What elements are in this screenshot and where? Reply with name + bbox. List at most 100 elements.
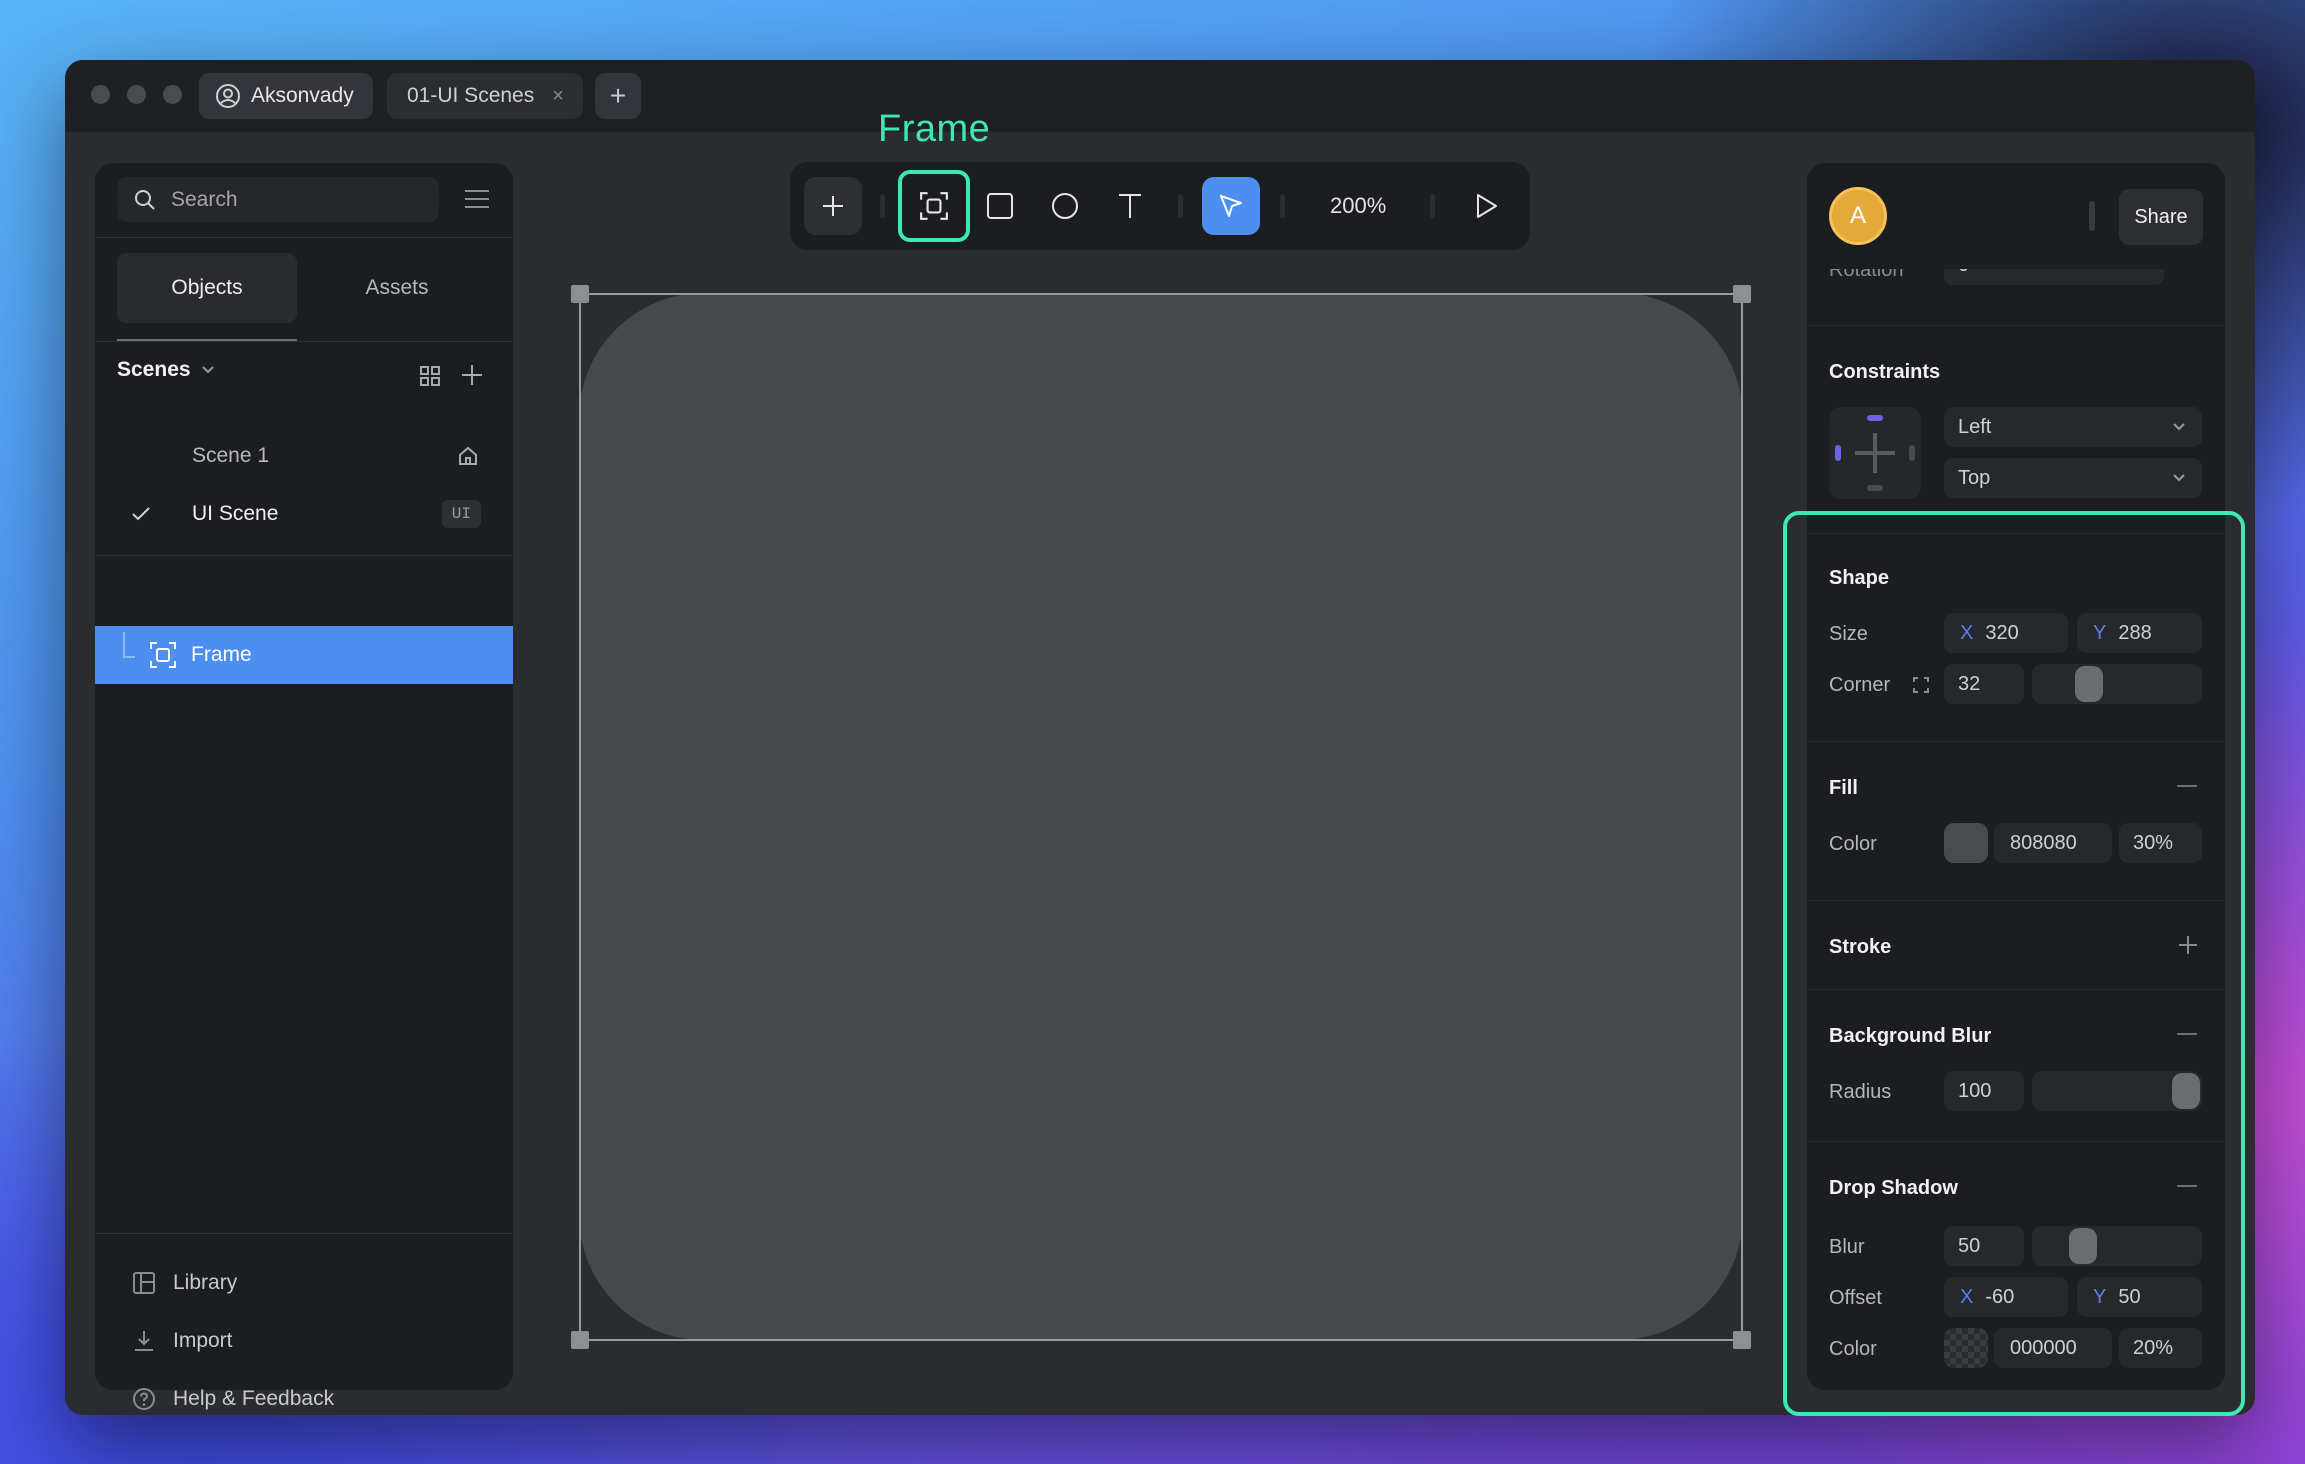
help-feedback-button[interactable]: Help & Feedback	[131, 1387, 334, 1411]
shadow-blur-label: Blur	[1829, 1236, 1865, 1258]
frame-tool-button[interactable]	[898, 170, 970, 242]
add-scene-button[interactable]	[459, 362, 485, 388]
help-feedback-label: Help & Feedback	[173, 1387, 335, 1410]
width-field[interactable]: X 320	[1944, 613, 2068, 653]
grid-view-icon[interactable]	[417, 363, 443, 389]
selection-outline	[1741, 293, 1743, 1340]
resize-handle-top-left[interactable]	[571, 285, 589, 303]
library-button[interactable]: Library	[131, 1271, 237, 1295]
slider-knob[interactable]	[2172, 1073, 2200, 1109]
selection-outline	[579, 293, 581, 1340]
y-prefix: Y	[2093, 1285, 2107, 1308]
scene-item[interactable]: Scene 1	[117, 431, 493, 481]
tab-assets[interactable]: Assets	[307, 253, 487, 323]
new-tab-button[interactable]: +	[595, 73, 641, 119]
background-blur-title: Background Blur	[1829, 1025, 1992, 1047]
corner-radius-icon[interactable]	[1912, 676, 1930, 694]
frame-icon	[919, 191, 949, 221]
remove-fill-icon[interactable]	[2177, 785, 2197, 787]
resize-handle-bottom-left[interactable]	[571, 1331, 589, 1349]
constraint-top-marker[interactable]	[1867, 415, 1883, 421]
divider	[1807, 741, 2225, 742]
pointer-icon	[1217, 192, 1245, 220]
document-tab[interactable]: 01-UI Scenes ×	[387, 73, 583, 119]
avatar[interactable]: A	[1829, 187, 1887, 245]
layer-row-frame[interactable]: Frame	[95, 626, 513, 684]
help-icon	[131, 1387, 157, 1411]
search-box[interactable]	[117, 177, 439, 222]
window-zoom-button[interactable]	[163, 85, 182, 104]
divider	[95, 555, 513, 556]
slider-knob[interactable]	[2068, 1228, 2097, 1264]
selection-outline	[579, 1339, 1743, 1341]
constraint-left-marker[interactable]	[1835, 445, 1841, 461]
offset-x-field[interactable]: X -60	[1944, 1277, 2068, 1317]
chevron-down-icon	[2172, 473, 2186, 483]
resize-handle-bottom-right[interactable]	[1733, 1331, 1751, 1349]
preview-play-button[interactable]	[1456, 176, 1516, 236]
corner-value: 32	[1958, 672, 1981, 695]
toolbar-separator	[1280, 194, 1285, 218]
ellipse-tool-button[interactable]	[1035, 176, 1095, 236]
add-button[interactable]	[804, 177, 862, 235]
share-button[interactable]: Share	[2119, 189, 2203, 245]
remove-background-blur-icon[interactable]	[2177, 1033, 2197, 1035]
constraints-widget[interactable]	[1829, 407, 1921, 499]
fill-opacity-field[interactable]: 30%	[2119, 823, 2202, 863]
stroke-title: Stroke	[1829, 936, 1892, 958]
rectangle-icon	[986, 192, 1014, 220]
constraint-cross	[1855, 451, 1895, 455]
layer-label: Frame	[191, 643, 252, 666]
corner-slider[interactable]	[2032, 664, 2202, 704]
import-label: Import	[173, 1329, 233, 1352]
scenes-dropdown[interactable]: Scenes	[117, 358, 215, 382]
slider-knob[interactable]	[2075, 666, 2104, 702]
fill-color-swatch[interactable]	[1944, 823, 1988, 863]
search-input[interactable]	[171, 187, 411, 212]
import-button[interactable]: Import	[131, 1329, 233, 1353]
scene-item-label: Scene 1	[192, 444, 270, 467]
blur-radius-slider[interactable]	[2032, 1071, 2202, 1111]
window-close-button[interactable]	[91, 85, 110, 104]
divider	[1807, 325, 2225, 326]
add-stroke-icon[interactable]	[2177, 934, 2199, 956]
hamburger-menu-icon[interactable]	[463, 187, 491, 216]
library-label: Library	[173, 1271, 238, 1294]
height-field[interactable]: Y 288	[2077, 613, 2202, 653]
shadow-color-label: Color	[1829, 1338, 1877, 1360]
search-icon	[133, 188, 157, 212]
frame-icon	[149, 641, 177, 669]
tab-close-icon[interactable]: ×	[552, 85, 564, 108]
resize-handle-top-right[interactable]	[1733, 285, 1751, 303]
shadow-blur-field[interactable]: 50	[1944, 1226, 2024, 1266]
constraint-bottom-marker[interactable]	[1867, 485, 1883, 491]
divider	[95, 341, 513, 342]
corner-field[interactable]: 32	[1944, 664, 2024, 704]
drop-shadow-title: Drop Shadow	[1829, 1177, 1958, 1199]
zoom-level[interactable]: 200%	[1330, 176, 1386, 236]
divider	[1807, 1141, 2225, 1142]
offset-x-value: -60	[1985, 1285, 2015, 1308]
scene-item[interactable]: UI Scene UI	[117, 489, 493, 539]
constraint-right-marker[interactable]	[1909, 445, 1915, 461]
shadow-blur-value: 50	[1958, 1234, 1981, 1257]
remove-drop-shadow-icon[interactable]	[2177, 1185, 2197, 1187]
frame-artboard[interactable]	[579, 293, 1743, 1340]
tab-objects[interactable]: Objects	[117, 253, 297, 323]
shadow-blur-slider[interactable]	[2032, 1226, 2202, 1266]
blur-radius-field[interactable]: 100	[1944, 1071, 2024, 1111]
shadow-opacity-field[interactable]: 20%	[2119, 1328, 2202, 1368]
rectangle-tool-button[interactable]	[970, 176, 1030, 236]
window-minimize-button[interactable]	[127, 85, 146, 104]
move-tool-button[interactable]	[1202, 177, 1260, 235]
text-tool-button[interactable]	[1100, 176, 1160, 236]
offset-y-value: 50	[2118, 1285, 2141, 1308]
vertical-constraint-select[interactable]: Top	[1944, 458, 2202, 498]
offset-y-field[interactable]: Y 50	[2077, 1277, 2202, 1317]
workspace-button[interactable]: Aksonvady	[199, 73, 373, 119]
fill-hex-field[interactable]: 808080	[1994, 823, 2112, 863]
radius-label: Radius	[1829, 1081, 1892, 1103]
shadow-hex-field[interactable]: 000000	[1994, 1328, 2112, 1368]
horizontal-constraint-select[interactable]: Left	[1944, 407, 2202, 447]
shadow-color-swatch[interactable]	[1944, 1328, 1988, 1368]
